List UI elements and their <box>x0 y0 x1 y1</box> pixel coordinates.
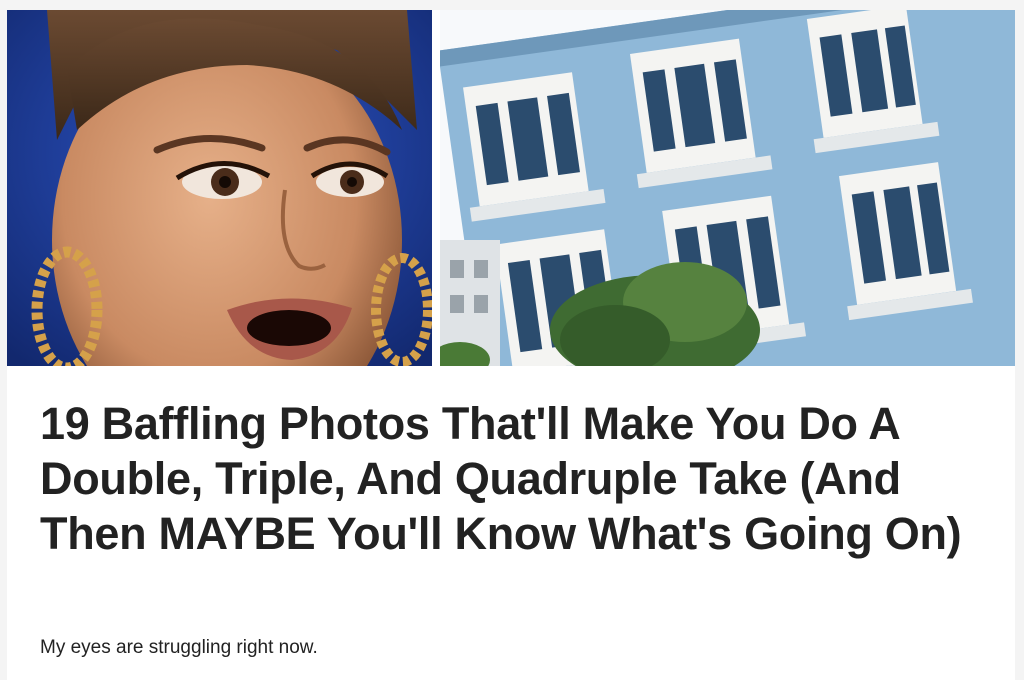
article-card[interactable]: 19 Baffling Photos That'll Make You Do A… <box>7 10 1015 680</box>
shocked-woman-photo[interactable] <box>7 10 432 366</box>
article-subtitle: My eyes are struggling right now. <box>40 637 318 658</box>
article-headline[interactable]: 19 Baffling Photos That'll Make You Do A… <box>40 396 990 561</box>
article-thumbnail-row[interactable] <box>7 10 1015 366</box>
tilted-blue-building-photo[interactable] <box>440 10 1015 366</box>
